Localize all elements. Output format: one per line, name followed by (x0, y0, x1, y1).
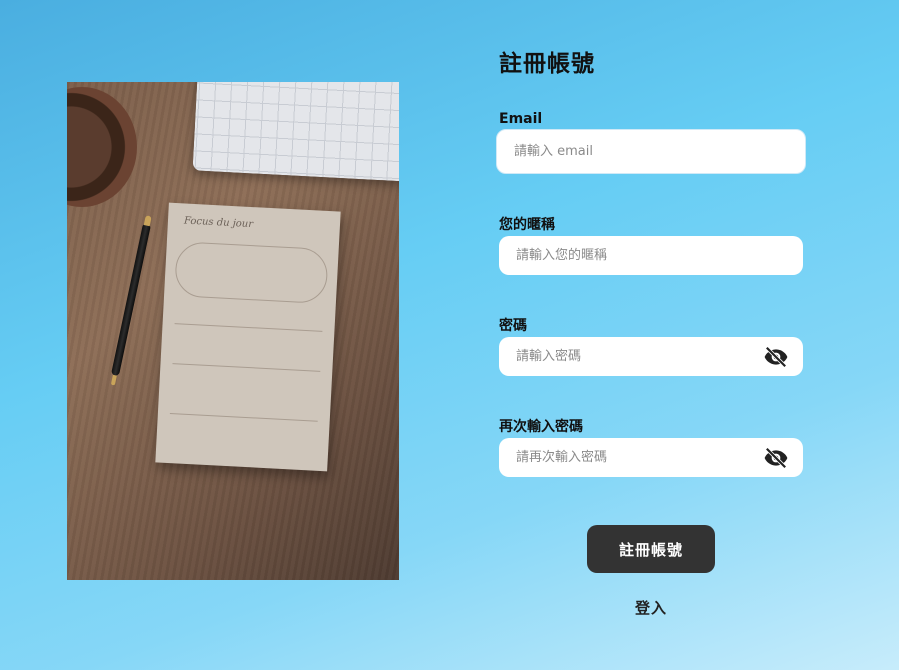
register-form: 註冊帳號 Email 您的暱稱 密碼 再次 (496, 44, 809, 477)
eye-off-icon[interactable] (763, 445, 789, 471)
photo-keyboard (192, 82, 399, 182)
email-label: Email (499, 111, 543, 127)
hero-photo: Focus du jour (67, 82, 399, 580)
photo-notepad: Focus du jour (155, 202, 341, 472)
photo-pen (110, 222, 152, 377)
nickname-label: 您的暱稱 (499, 217, 555, 233)
password-group: 密碼 (499, 315, 803, 376)
register-button[interactable]: 註冊帳號 (587, 525, 715, 573)
nickname-input[interactable] (499, 236, 803, 275)
photo-bowl (67, 87, 137, 207)
nickname-group: 您的暱稱 (499, 214, 803, 275)
nickname-field-wrapper (499, 236, 803, 275)
page-title: 註冊帳號 (499, 51, 595, 77)
password-field-wrapper (499, 337, 803, 376)
email-input[interactable] (497, 130, 805, 173)
password-label: 密碼 (499, 318, 527, 334)
password-input[interactable] (499, 337, 803, 376)
confirm-password-field-wrapper (499, 438, 803, 477)
confirm-password-label: 再次輸入密碼 (499, 419, 583, 435)
email-field-wrapper (496, 129, 806, 174)
eye-off-icon[interactable] (763, 344, 789, 370)
confirm-password-group: 再次輸入密碼 (499, 416, 803, 477)
notepad-title: Focus du jour (183, 215, 254, 231)
confirm-password-input[interactable] (499, 438, 803, 477)
login-link[interactable]: 登入 (587, 597, 715, 618)
email-group: Email (496, 111, 809, 178)
